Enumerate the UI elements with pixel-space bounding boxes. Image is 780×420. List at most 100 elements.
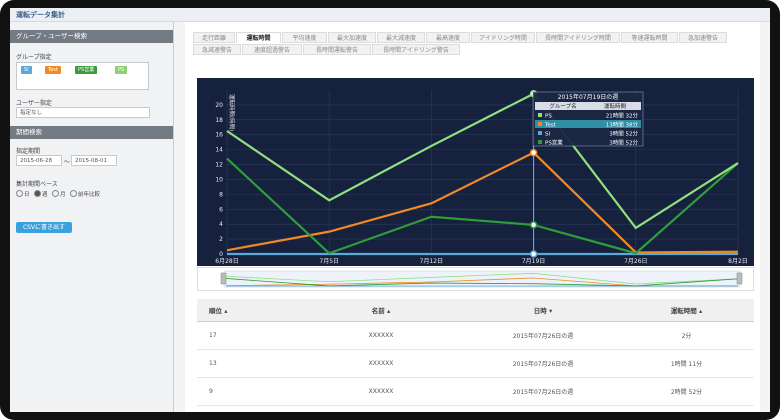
x-tick-label: 7月5日: [319, 258, 339, 265]
header-rank-label: 順位: [209, 307, 222, 315]
tab-max-accel[interactable]: 最大加速度: [328, 32, 376, 43]
group-tag-ps-sales[interactable]: PS営業: [75, 66, 98, 74]
cell-time: 1時間 11分: [619, 349, 754, 378]
x-tick-label: 7月12日: [420, 258, 443, 265]
y-tick-label: 12: [215, 162, 223, 169]
group-tag-si[interactable]: SI: [21, 66, 32, 74]
radio-month-label: 月: [60, 192, 66, 198]
y-tick-label: 10: [215, 176, 223, 183]
csv-export-button[interactable]: CSVに書き出す: [16, 222, 72, 233]
tooltip-swatch: [538, 122, 542, 126]
series-line-PS: [226, 92, 739, 230]
y-tick-label: 16: [215, 132, 223, 139]
tooltip-row-value: 3時間 52分: [609, 130, 638, 138]
tab-long-idling-warning[interactable]: 長時間アイドリング警告: [372, 44, 460, 55]
series-line-Test: [226, 151, 739, 254]
sidebar: グループ・ユーザー検索 グループ指定 SI Test PS営業 PS ユーザー指…: [10, 22, 174, 412]
tab-constant-speed[interactable]: 等速運転時間: [621, 32, 678, 43]
tooltip-row-value: 13時間 38分: [606, 121, 639, 129]
radio-yoy-label: 前年比較: [78, 192, 101, 198]
x-tick-label: 8月2日: [728, 258, 748, 265]
tooltip-col-time: 運転時間: [604, 102, 627, 110]
navigator-handle-right: [736, 272, 743, 285]
tab-max-decel[interactable]: 最大減速度: [377, 32, 425, 43]
header-rank[interactable]: 順位 ▴: [197, 299, 295, 322]
data-point-SI: [529, 250, 538, 258]
tooltip-row-value: 21時間 32分: [606, 112, 639, 120]
tooltip-row-value: 3時間 52分: [609, 139, 638, 147]
tooltip-swatch: [538, 140, 542, 144]
main-panel: 走行距離 運転時間 平均速度 最大加速度 最大減速度 最高速度 アイドリング時間…: [185, 22, 760, 412]
date-to-input[interactable]: 2015-08-01: [71, 155, 117, 166]
date-from-input[interactable]: 2015-06-28: [16, 155, 62, 166]
group-select-box[interactable]: SI Test PS営業 PS: [16, 62, 149, 90]
cell-rank: 17: [197, 321, 295, 350]
table-row[interactable]: 13 XXXXXX 2015年07月26日の週 1時間 11分: [197, 349, 754, 378]
tooltip-swatch: [538, 131, 542, 135]
cell-date: 2015年07月26日の週: [467, 349, 619, 378]
y-tick-label: 4: [219, 221, 223, 228]
y-tick-label: 18: [215, 117, 223, 124]
tab-distance[interactable]: 走行距離: [193, 32, 235, 43]
period-label: 指定期間: [16, 148, 41, 155]
tooltip-row-name: PS営業: [545, 139, 563, 147]
cell-name: XXXXXX: [295, 321, 467, 350]
header-date[interactable]: 日時 ▾: [467, 299, 619, 322]
tab-rapid-accel-warning[interactable]: 急加速警告: [679, 32, 727, 43]
tab-max-speed[interactable]: 最高速度: [426, 32, 470, 43]
app-window: 運転データ集計 グループ・ユーザー検索 グループ指定 SI Test PS営業 …: [10, 8, 770, 412]
base-label: 集計期間ベース: [16, 181, 58, 188]
cell-date: 2015年07月26日の週: [467, 377, 619, 406]
group-tag-ps[interactable]: PS: [115, 66, 128, 74]
tab-idling-time[interactable]: アイドリング時間: [471, 32, 535, 43]
chart-svg: 0 2 4 6 8 10 12 14 16 18 20 6月28日 7月5日 7月12日 7月19日 7月26…: [215, 89, 748, 265]
y-axis-label: 運転時間(時間): [228, 94, 236, 131]
date-separator: 〜: [64, 159, 71, 166]
header-name[interactable]: 名前 ▴: [295, 299, 467, 322]
group-tag-test[interactable]: Test: [45, 66, 61, 74]
radio-month[interactable]: 月: [52, 190, 66, 198]
tab-avg-speed[interactable]: 平均速度: [282, 32, 327, 43]
tab-long-idling-time[interactable]: 長時間アイドリング時間: [536, 32, 620, 43]
tab-long-driving-warning[interactable]: 長時間運転警告: [303, 44, 371, 55]
radio-day[interactable]: 日: [16, 190, 30, 198]
radio-day-circle: [16, 190, 23, 197]
sort-icon: ▴: [699, 307, 703, 315]
table-row[interactable]: 17 XXXXXX 2015年07月26日の週 2分: [197, 321, 754, 350]
chart-navigator[interactable]: [197, 267, 754, 291]
y-tick-label: 20: [215, 102, 223, 109]
x-tick-label: 7月26日: [624, 258, 647, 265]
x-tick-label: 6月28日: [215, 258, 238, 265]
tab-speeding-warning[interactable]: 速度超過警告: [242, 44, 302, 55]
radio-day-label: 日: [24, 192, 30, 198]
cell-rank: 13: [197, 349, 295, 378]
sort-desc-icon: ▾: [549, 307, 553, 315]
cell-name: XXXXXX: [295, 377, 467, 406]
user-label: ユーザー指定: [16, 100, 52, 107]
tooltip-swatch: [538, 113, 542, 117]
header-driving-time[interactable]: 運転時間 ▴: [619, 299, 754, 322]
navigator-svg: [220, 270, 743, 288]
y-tick-label: 0: [219, 251, 223, 258]
tab-rapid-decel-warning[interactable]: 急減速警告: [193, 44, 241, 55]
tooltip-row-name: SI: [545, 132, 550, 138]
radio-month-circle: [52, 190, 59, 197]
user-input[interactable]: 指定なし: [16, 107, 150, 118]
app-title: 運転データ集計: [16, 11, 65, 19]
y-tick-label: 14: [215, 147, 223, 154]
x-tick-label: 7月19日: [522, 258, 545, 265]
y-tick-label: 8: [219, 191, 223, 198]
radio-yoy[interactable]: 前年比較: [70, 190, 100, 198]
cell-date: 2015年07月26日の週: [467, 321, 619, 350]
data-point-PS営業: [529, 221, 538, 229]
table-row[interactable]: 9 XXXXXX 2015年07月26日の週 2時間 52分: [197, 377, 754, 406]
radio-week[interactable]: 週: [34, 190, 48, 198]
tooltip-col-group: グループ名: [549, 102, 576, 110]
tooltip-row-name: Test: [544, 123, 557, 129]
y-tick-label: 6: [219, 206, 223, 213]
device-frame: 運転データ集計 グループ・ユーザー検索 グループ指定 SI Test PS営業 …: [0, 0, 780, 420]
driving-time-chart[interactable]: 0 2 4 6 8 10 12 14 16 18 20 6月28日 7月5日 7月12日 7月19日 7月26…: [197, 78, 754, 266]
tab-driving-time[interactable]: 運転時間: [236, 32, 281, 43]
group-label: グループ指定: [16, 54, 52, 61]
cell-time: 2時間 52分: [619, 377, 754, 406]
